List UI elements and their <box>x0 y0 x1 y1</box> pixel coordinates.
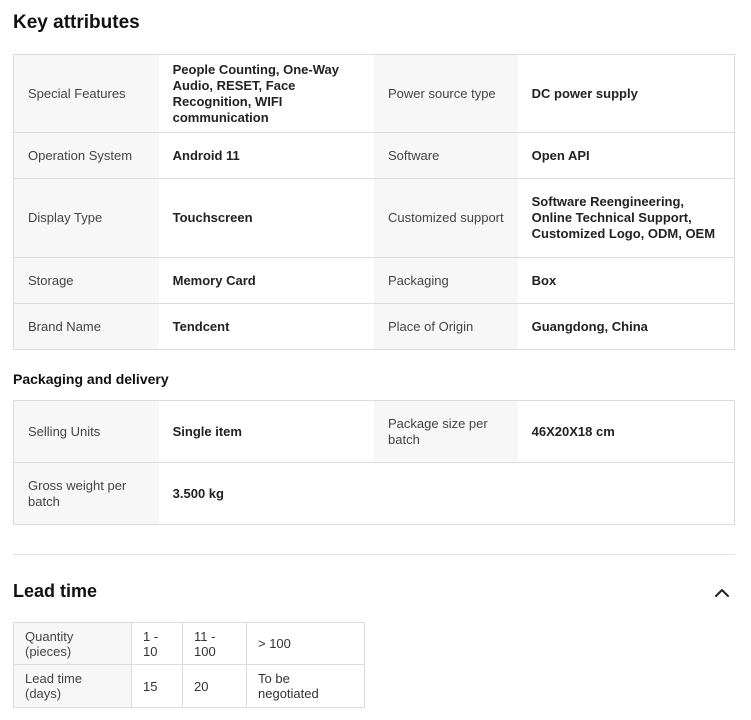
lead-quantity-range: 11 - 100 <box>183 623 247 664</box>
attr-value: People Counting, One-Way Audio, RESET, F… <box>158 55 374 132</box>
table-row: Quantity (pieces) 1 - 10 11 - 100 > 100 <box>14 623 364 665</box>
attr-label: Customized support <box>374 179 518 257</box>
table-row: Display Type Touchscreen Customized supp… <box>14 179 734 258</box>
lead-days-value: 20 <box>183 665 247 707</box>
lead-quantity-range: > 100 <box>258 636 291 651</box>
attr-label: Storage <box>14 258 159 303</box>
lead-time-title: Lead time <box>13 581 98 601</box>
attr-label: Gross weight per batch <box>14 463 159 524</box>
empty-cell <box>374 463 734 524</box>
attr-value: Memory Card <box>158 258 374 303</box>
attr-label: Power source type <box>374 55 518 132</box>
lead-days-value: To be negotiated <box>258 671 319 701</box>
key-attributes-title: Key attributes <box>13 12 140 33</box>
attr-label: Brand Name <box>14 304 159 349</box>
attr-value: Guangdong, China <box>517 304 734 349</box>
table-row: Storage Memory Card Packaging Box <box>14 258 734 304</box>
attr-value: Touchscreen <box>158 179 374 257</box>
section-divider <box>13 554 735 555</box>
table-row: Selling Units Single item Package size p… <box>14 401 734 463</box>
attr-label: Software <box>374 133 518 178</box>
attr-value: DC power supply <box>517 55 734 132</box>
key-attributes-table: Special Features People Counting, One-Wa… <box>13 54 735 350</box>
table-row: Brand Name Tendcent Place of Origin Guan… <box>14 304 734 349</box>
packaging-table: Selling Units Single item Package size p… <box>13 400 735 525</box>
attr-value: Open API <box>517 133 734 178</box>
lead-time-table: Quantity (pieces) 1 - 10 11 - 100 > 100 … <box>13 622 365 708</box>
table-row: Special Features People Counting, One-Wa… <box>14 55 734 133</box>
table-row: Operation System Android 11 Software Ope… <box>14 133 734 179</box>
table-row: Gross weight per batch 3.500 kg <box>14 463 734 524</box>
attr-value: Single item <box>158 401 374 462</box>
chevron-up-icon[interactable] <box>713 586 731 600</box>
attr-label: Display Type <box>14 179 159 257</box>
table-row: Lead time (days) 15 20 To be negotiated <box>14 665 364 707</box>
lead-quantity-range: 1 - 10 <box>132 623 183 664</box>
attr-value: Tendcent <box>158 304 374 349</box>
lead-days-value: 15 <box>132 665 183 707</box>
attr-value: Software Reengineering, Online Technical… <box>517 179 734 257</box>
attr-label: Operation System <box>14 133 159 178</box>
attr-label: Special Features <box>14 55 159 132</box>
attr-label: Packaging <box>374 258 518 303</box>
attr-value: Box <box>517 258 734 303</box>
packaging-title: Packaging and delivery <box>13 371 169 387</box>
attr-label: Place of Origin <box>374 304 518 349</box>
attr-value: 3.500 kg <box>158 463 375 524</box>
lead-header-label: Quantity (pieces) <box>14 623 132 664</box>
attr-label: Package size per batch <box>374 401 518 462</box>
attr-label: Selling Units <box>14 401 159 462</box>
attr-value: Android 11 <box>158 133 374 178</box>
lead-days-label: Lead time (days) <box>14 665 132 707</box>
attr-value: 46X20X18 cm <box>517 401 734 462</box>
